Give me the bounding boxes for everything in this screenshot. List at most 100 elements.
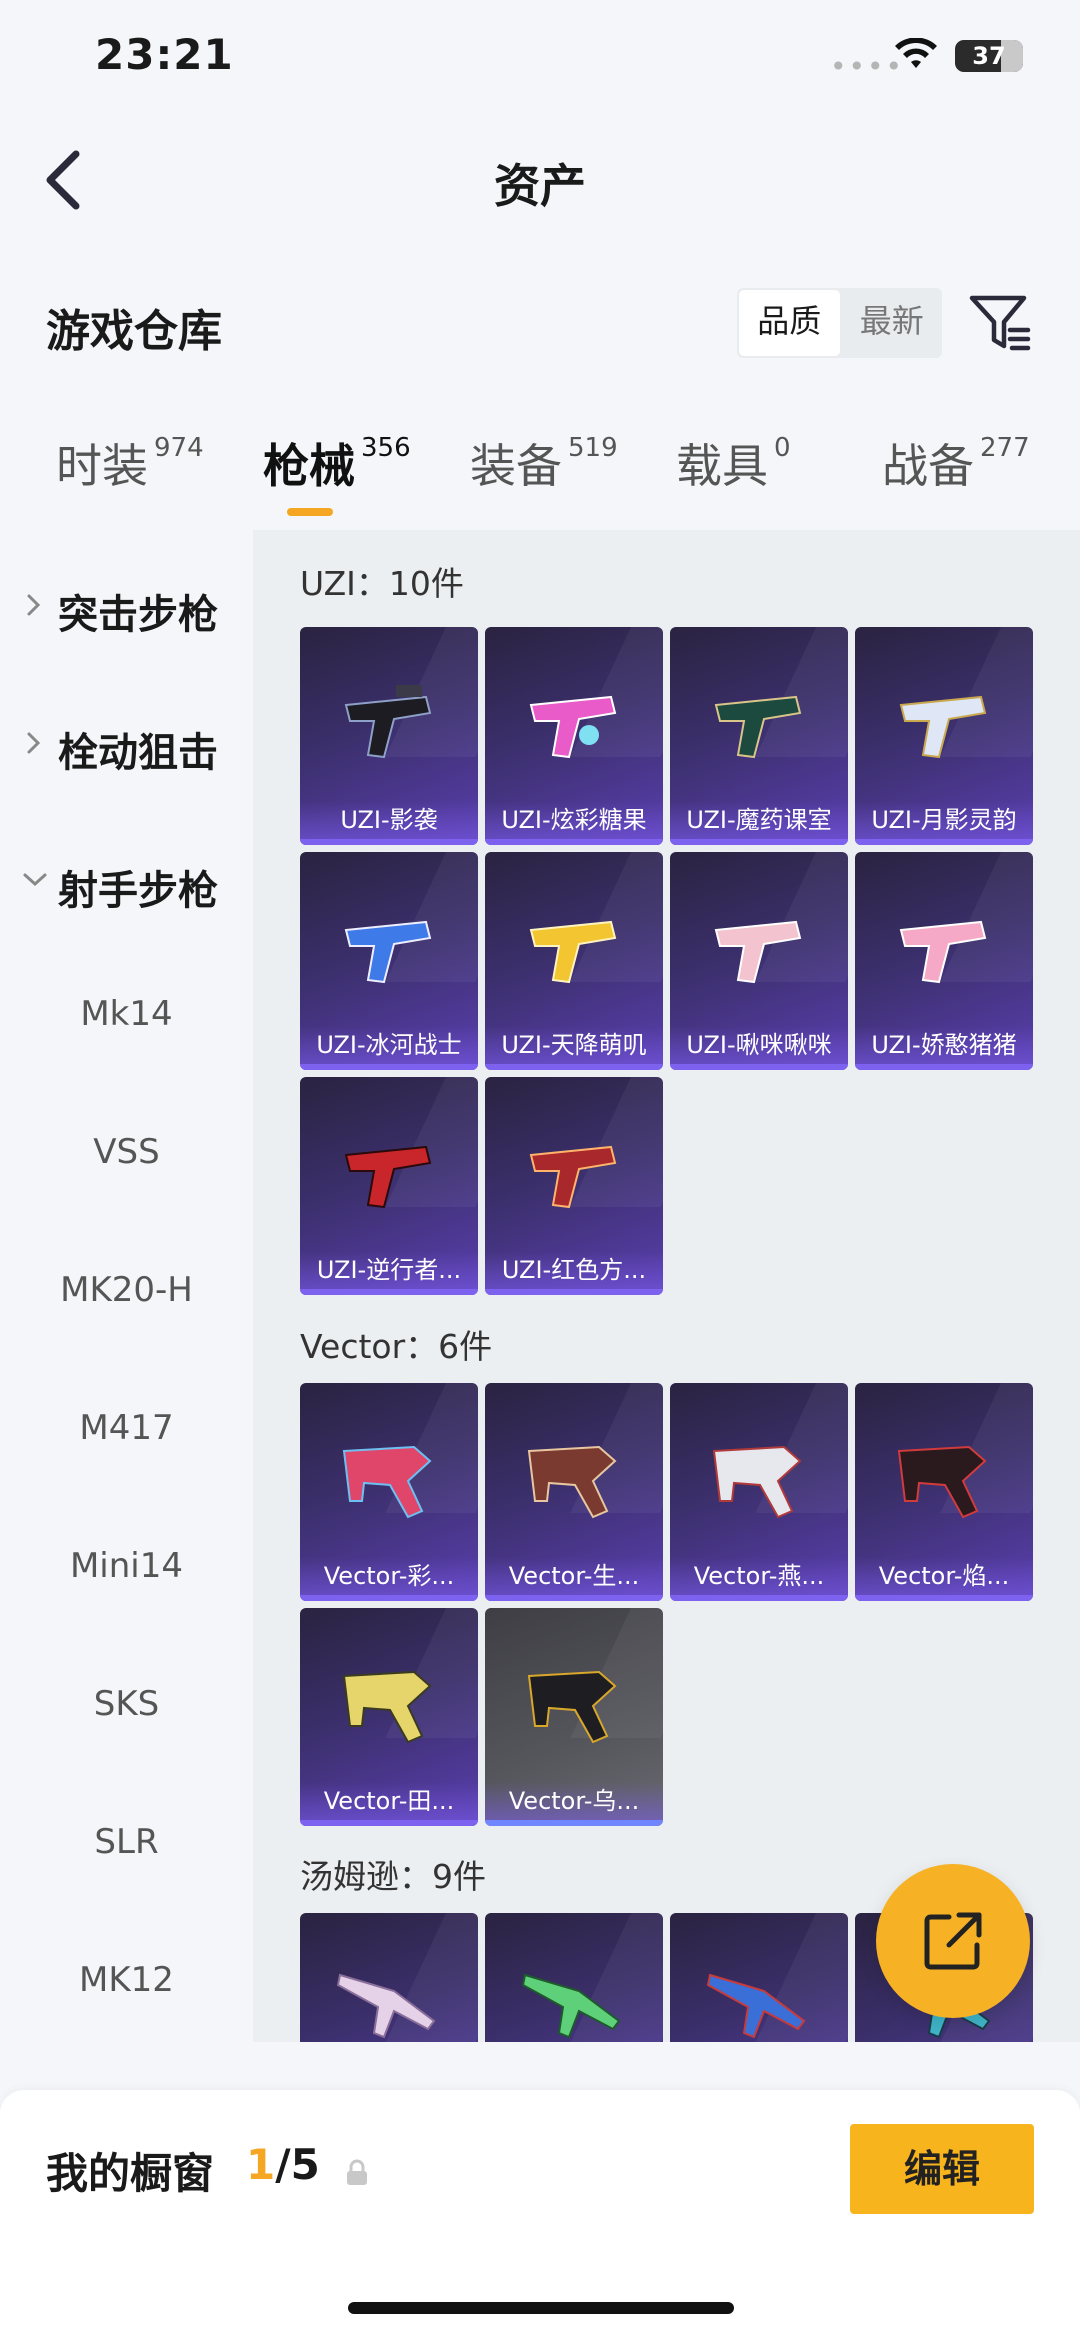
item-card[interactable]: UZI-月影灵韵 [855,627,1033,845]
smg-icon [527,1670,617,1744]
external-link-icon [924,1912,982,1970]
showcase-total: /5 [275,2140,320,2189]
item-card[interactable]: Vector-田... [300,1608,478,1826]
item-name: UZI-天降萌叽 [485,1026,663,1064]
smg-icon [521,1973,621,2039]
tab-fashion[interactable]: 时装 974 [56,430,204,520]
item-card[interactable]: Vector-燕... [670,1383,848,1601]
status-time: 23:21 [95,30,234,79]
chevron-down-icon [23,873,47,887]
wifi-icon [895,38,937,68]
tab-label: 枪械 [263,439,355,493]
lock-icon [347,2159,367,2185]
battery-level: 37 [972,42,1006,70]
smg-icon [712,1445,802,1519]
sidebar-item-label: 射手步枪 [58,868,218,914]
tab-label: 战备 [882,439,974,493]
item-card[interactable]: UZI-逆行者... [300,1077,478,1295]
smg-icon [706,1973,806,2039]
tab-count: 519 [568,433,618,463]
sidebar-item-bolt-sniper[interactable]: 栓动狙击 [0,706,253,786]
sidebar-subitem-mk12[interactable]: MK12 [0,1940,253,2020]
tab-label: 装备 [470,439,562,493]
item-card[interactable]: UZI-啾咪啾咪 [670,852,848,1070]
status-bar: 23:21 •••• 37 [0,0,1080,120]
sidebar-subitem-vss[interactable]: VSS [0,1112,253,1192]
category-tabs: 时装 974 枪械 356 装备 519 载具 0 战备 277 [0,430,1080,520]
sidebar-subitem-sks[interactable]: SKS [0,1664,253,1744]
smg-icon [344,685,432,759]
item-name: Vector-燕... [670,1557,848,1595]
sort-toggle: 品质 最新 [737,288,942,358]
home-indicator [348,2302,734,2314]
sidebar-item-marksman-rifle[interactable]: 射手步枪 [0,844,253,924]
item-card[interactable]: Vector-彩... [300,1383,478,1601]
item-card[interactable]: UZI-天降萌叽 [485,852,663,1070]
item-card[interactable]: UZI-娇憨猪猪 [855,852,1033,1070]
tab-equipment[interactable]: 装备 519 [470,430,618,520]
tab-firearms[interactable]: 枪械 356 [263,430,411,520]
smg-icon [899,920,987,984]
item-name: UZI-月影灵韵 [855,801,1033,839]
filter-button[interactable] [968,290,1034,356]
edit-button[interactable]: 编辑 [850,2124,1034,2214]
tab-label: 载具 [676,439,768,493]
item-card[interactable]: Vector-焰... [855,1383,1033,1601]
chevron-right-icon [27,732,41,754]
tab-supplies[interactable]: 战备 277 [882,430,1030,520]
tab-label: 时装 [56,439,148,493]
page-title: 资产 [494,159,586,213]
item-card[interactable]: Vector-乌... [485,1608,663,1826]
warehouse-title: 游戏仓库 [46,306,222,357]
sidebar-item-label: 栓动狙击 [58,730,218,776]
tab-count: 356 [361,433,411,463]
smg-icon [714,920,802,984]
smg-icon [336,1973,436,2039]
item-card[interactable]: UZI-冰河战士 [300,852,478,1070]
sidebar-item-label: 突击步枪 [58,592,218,638]
item-card[interactable] [670,1913,848,2042]
smg-icon [899,695,987,759]
smg-icon [344,1145,432,1209]
sort-latest-button[interactable]: 最新 [842,288,943,358]
sidebar-subitem-mk14[interactable]: Mk14 [0,974,253,1054]
group-title: UZI：10件 [300,564,464,603]
tab-count: 277 [980,433,1030,463]
showcase-label: 我的橱窗 [46,2149,215,2198]
item-name: UZI-逆行者... [300,1251,478,1289]
item-card[interactable] [485,1913,663,2042]
item-card[interactable]: Vector-生... [485,1383,663,1601]
item-name: Vector-生... [485,1557,663,1595]
sidebar-item-assault-rifle[interactable]: 突击步枪 [0,568,253,648]
sidebar-subitem-mk20h[interactable]: MK20-H [0,1250,253,1330]
tab-count: 974 [154,433,204,463]
group-title: Vector：6件 [300,1327,493,1366]
sidebar-subitem-slr[interactable]: SLR [0,1802,253,1882]
sidebar-subitem-m417[interactable]: M417 [0,1388,253,1468]
item-card[interactable]: UZI-影袭 [300,627,478,845]
item-card[interactable] [300,1913,478,2042]
item-name: Vector-焰... [855,1557,1033,1595]
smg-icon [529,920,617,984]
chevron-right-icon [27,594,41,616]
smg-icon [527,1445,617,1519]
item-name: UZI-魔药课室 [670,801,848,839]
item-card[interactable]: UZI-炫彩糖果 [485,627,663,845]
smg-icon [344,920,432,984]
item-card[interactable]: UZI-红色方... [485,1077,663,1295]
item-card[interactable]: UZI-魔药课室 [670,627,848,845]
item-name: UZI-冰河战士 [300,1026,478,1064]
smg-icon [342,1670,432,1744]
share-button[interactable] [876,1864,1030,2018]
tab-vehicles[interactable]: 载具 0 [676,430,791,520]
item-grid-panel[interactable]: UZI：10件 UZI-影袭 UZI-炫彩糖果 UZI-魔药课室 UZI-月影灵… [253,530,1080,2042]
weapon-type-sidebar: 突击步枪 栓动狙击 射手步枪 Mk14 VSS MK20-H M417 Mini… [0,530,253,2040]
item-name: UZI-娇憨猪猪 [855,1026,1033,1064]
smg-icon [342,1445,432,1519]
sort-quality-button[interactable]: 品质 [739,290,840,356]
sidebar-subitem-mini14[interactable]: Mini14 [0,1526,253,1606]
item-name: UZI-红色方... [485,1251,663,1289]
showcase-current: 1 [246,2140,276,2189]
item-name: Vector-乌... [485,1782,663,1820]
item-name: Vector-彩... [300,1557,478,1595]
